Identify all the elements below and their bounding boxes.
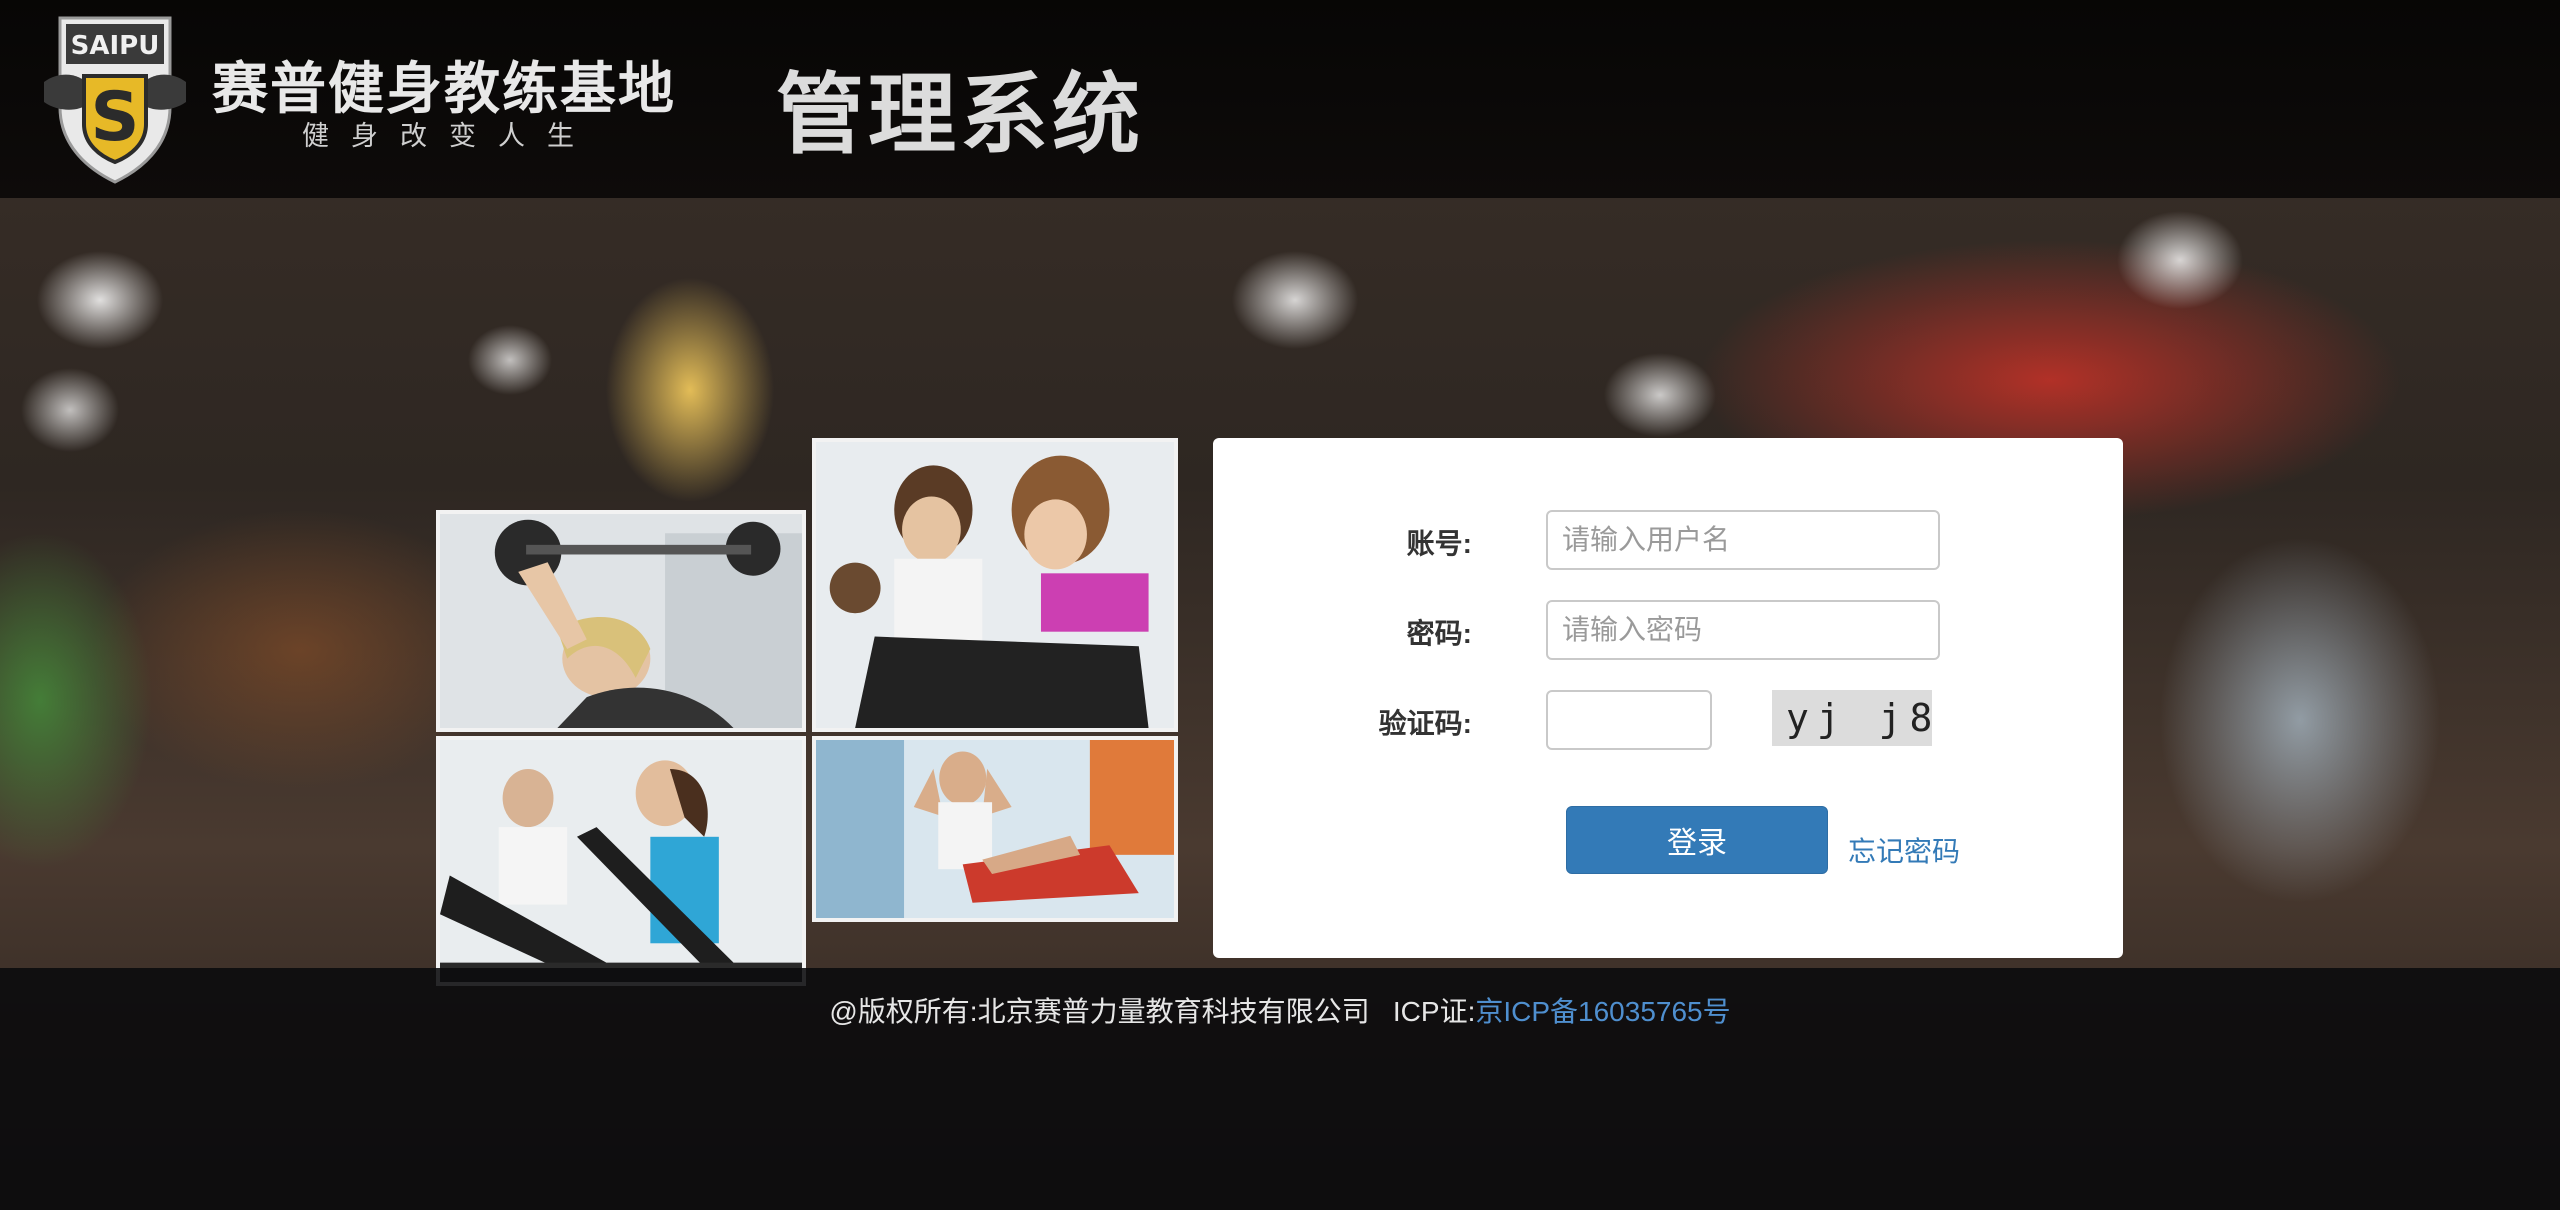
icp-link[interactable]: 京ICP备16035765号 <box>1475 996 1730 1027</box>
account-label: 账号: <box>1406 528 1472 559</box>
forgot-password-link[interactable]: 忘记密码 <box>1848 830 1960 870</box>
login-button[interactable]: 登录 <box>1566 806 1828 874</box>
captcha-label: 验证码: <box>1378 708 1472 739</box>
logo-text: SAIPU <box>71 31 160 61</box>
logo-letter: S <box>91 78 140 157</box>
system-title: 管理系统 <box>776 63 1145 166</box>
password-input[interactable] <box>1546 600 1940 660</box>
password-label: 密码: <box>1406 618 1472 649</box>
copyright-text: @版权所有:北京赛普力量教育科技有限公司 ICP证: <box>829 996 1476 1027</box>
photo-dumbbell-woman <box>436 510 806 732</box>
header: SAIPU S 赛普健身教练基地 健身改变人生 管理系统 <box>0 0 2560 198</box>
username-input[interactable] <box>1546 510 1940 570</box>
brand-name: 赛普健身教练基地 <box>212 57 676 122</box>
brand-slogan: 健身改变人生 <box>302 121 596 152</box>
photo-situp-man <box>812 736 1178 922</box>
photo-cycling-group <box>812 438 1178 732</box>
saipu-logo-icon: SAIPU S <box>44 16 186 184</box>
copyright-line: @版权所有:北京赛普力量教育科技有限公司 ICP证:京ICP备16035765号 <box>0 990 2560 1030</box>
captcha-input[interactable] <box>1546 690 1712 750</box>
captcha-image[interactable]: yj j8 <box>1772 690 1932 746</box>
photo-elliptical-couple <box>436 736 806 986</box>
